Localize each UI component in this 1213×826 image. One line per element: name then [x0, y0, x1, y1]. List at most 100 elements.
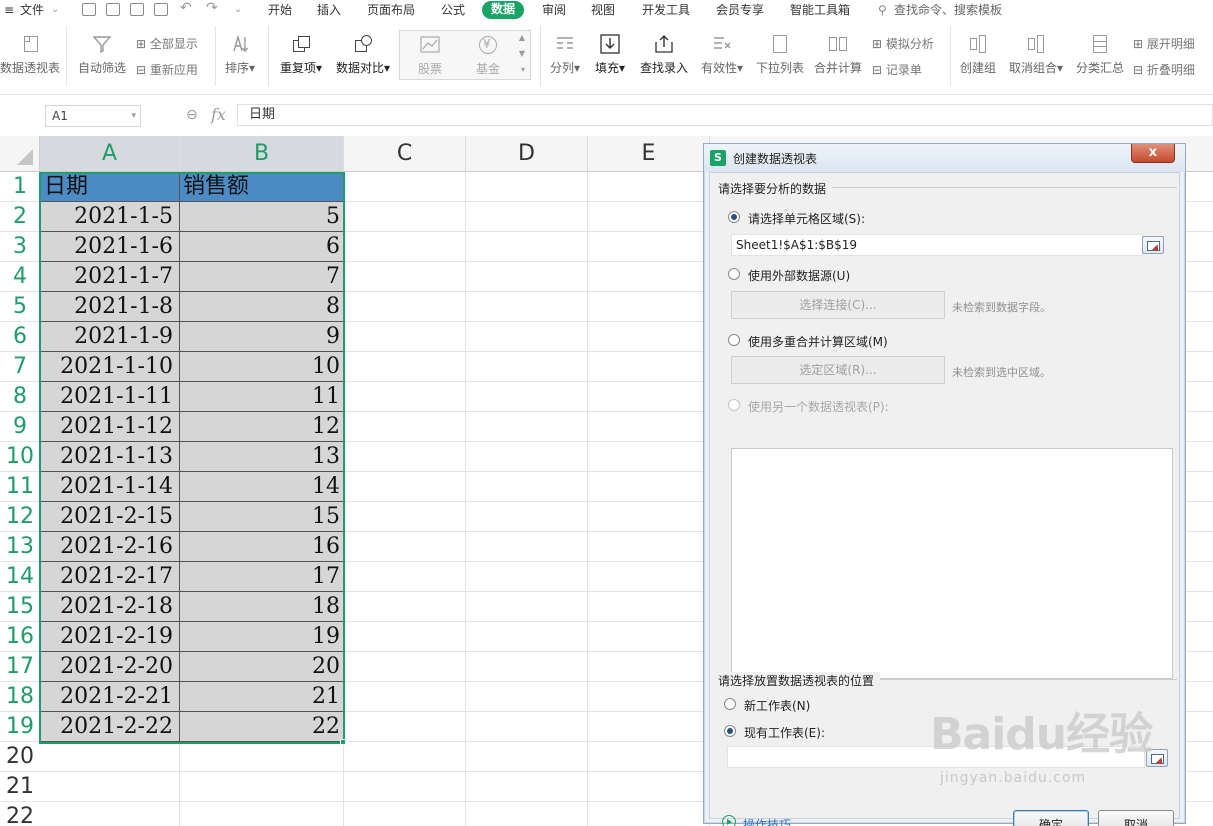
column-header-b[interactable]: B — [180, 136, 344, 172]
fx-icon[interactable]: fx — [211, 105, 226, 124]
duplicates-button[interactable]: 重复项▾ — [276, 34, 326, 76]
print-preview-icon[interactable] — [154, 3, 168, 16]
range-input[interactable]: Sheet1!$A$1:$B$19 — [731, 234, 1143, 256]
search-icon[interactable]: ⚲ — [878, 2, 887, 20]
cell-sales[interactable]: 22 — [180, 712, 344, 742]
cell-date[interactable]: 2021-2-21 — [40, 682, 180, 712]
cell-sales[interactable]: 13 — [180, 442, 344, 472]
formula-input[interactable]: 日期 — [237, 104, 1213, 126]
zoom-icon[interactable]: ⊖ — [186, 107, 198, 123]
consolidate-button[interactable]: 合并计算 — [812, 34, 864, 76]
subtotal-button[interactable]: 分类汇总 — [1074, 34, 1126, 76]
cell-sales[interactable]: 11 — [180, 382, 344, 412]
select-all-corner[interactable] — [0, 136, 40, 172]
column-header-e[interactable]: E — [588, 136, 710, 172]
gallery-more-icon[interactable]: ▾ — [521, 65, 525, 74]
cell-date[interactable]: 2021-1-9 — [40, 322, 180, 352]
cancel-button[interactable]: 取消 — [1098, 810, 1174, 826]
cell-date[interactable]: 2021-1-10 — [40, 352, 180, 382]
cell-sales[interactable]: 14 — [180, 472, 344, 502]
name-box[interactable]: A1 ▾ — [45, 105, 141, 127]
cell-sales[interactable]: 6 — [180, 232, 344, 262]
cell-date[interactable]: 2021-2-17 — [40, 562, 180, 592]
range-picker-icon[interactable] — [1142, 236, 1164, 254]
cell-sales[interactable]: 10 — [180, 352, 344, 382]
row-header[interactable]: 3 — [0, 232, 40, 262]
row-header[interactable]: 1 — [0, 172, 40, 202]
gallery-up-icon[interactable]: ▲ — [519, 33, 525, 42]
split-column-button[interactable]: 分列▾ — [545, 34, 585, 76]
location-input[interactable] — [727, 746, 1145, 768]
row-header[interactable]: 14 — [0, 562, 40, 592]
cell-sales[interactable]: 20 — [180, 652, 344, 682]
column-header-d[interactable]: D — [466, 136, 588, 172]
cell-sales[interactable]: 15 — [180, 502, 344, 532]
row-header[interactable]: 19 — [0, 712, 40, 742]
sort-button[interactable]: 排序▾ — [220, 34, 260, 76]
create-group-button[interactable]: 创建组 — [956, 34, 1000, 76]
radio-multi-consolidate[interactable] — [728, 334, 740, 346]
cell-date[interactable]: 2021-2-15 — [40, 502, 180, 532]
cell-date[interactable]: 2021-1-8 — [40, 292, 180, 322]
radio-existing-sheet[interactable] — [724, 725, 736, 737]
radio-select-range[interactable] — [728, 211, 740, 223]
cell-sales[interactable]: 9 — [180, 322, 344, 352]
row-header[interactable]: 4 — [0, 262, 40, 292]
redo-icon[interactable]: ↷ — [206, 0, 218, 18]
row-header[interactable]: 6 — [0, 322, 40, 352]
tab-review[interactable]: 审阅 — [542, 2, 566, 20]
pivot-table-button[interactable]: 数据透视表 — [0, 34, 60, 76]
cell-sales[interactable]: 8 — [180, 292, 344, 322]
cell-sales[interactable]: 7 — [180, 262, 344, 292]
row-header[interactable]: 10 — [0, 442, 40, 472]
cell-sales[interactable]: 16 — [180, 532, 344, 562]
tab-smart-toolbox[interactable]: 智能工具箱 — [790, 2, 850, 20]
pivot-table-list[interactable] — [731, 448, 1173, 679]
undo-icon[interactable]: ↶ — [180, 0, 192, 18]
tips-link[interactable]: 操作技巧 — [743, 816, 791, 826]
cell-date[interactable]: 2021-1-12 — [40, 412, 180, 442]
location-picker-icon[interactable] — [1146, 749, 1168, 767]
row-header[interactable]: 16 — [0, 622, 40, 652]
row-header[interactable]: 12 — [0, 502, 40, 532]
cell-date[interactable]: 2021-2-16 — [40, 532, 180, 562]
cell-date[interactable]: 2021-2-20 — [40, 652, 180, 682]
file-menu-icon[interactable]: ≡ — [4, 2, 14, 20]
radio-external-source[interactable] — [728, 268, 740, 280]
chevron-down-icon[interactable]: ⌄ — [51, 2, 59, 20]
column-header-c[interactable]: C — [344, 136, 466, 172]
row-header[interactable]: 9 — [0, 412, 40, 442]
save-icon[interactable] — [82, 3, 96, 16]
row-header[interactable]: 22 — [0, 802, 40, 826]
command-search[interactable]: 查找命令、搜索模板 — [894, 2, 1002, 20]
fill-button[interactable]: 填充▾ — [590, 34, 630, 76]
row-header[interactable]: 21 — [0, 772, 40, 802]
column-header-a[interactable]: A — [40, 136, 180, 172]
record-form-button[interactable]: ⊟ 记录单 — [872, 61, 922, 78]
row-header[interactable]: 7 — [0, 352, 40, 382]
cell-date[interactable]: 2021-2-19 — [40, 622, 180, 652]
show-all-button[interactable]: ⊞ 全部显示 — [136, 35, 198, 52]
cell-sales[interactable]: 19 — [180, 622, 344, 652]
lookup-entry-button[interactable]: 查找录入 — [636, 34, 692, 76]
select-region-button[interactable]: 选定区域(R)... — [731, 356, 945, 384]
tab-page-layout[interactable]: 页面布局 — [367, 2, 415, 20]
cell-date[interactable]: 2021-2-18 — [40, 592, 180, 622]
what-if-button[interactable]: ⊞ 模拟分析 — [872, 35, 934, 52]
tab-member[interactable]: 会员专享 — [716, 2, 764, 20]
gallery-down-icon[interactable]: ▼ — [519, 49, 525, 58]
data-compare-button[interactable]: 数据对比▾ — [333, 34, 393, 76]
stock-button[interactable]: 股票 — [408, 35, 452, 77]
file-menu[interactable]: 文件 — [20, 2, 44, 20]
row-header[interactable]: 5 — [0, 292, 40, 322]
cell-date[interactable]: 2021-1-7 — [40, 262, 180, 292]
tab-data[interactable]: 数据 — [482, 1, 525, 19]
tab-insert[interactable]: 插入 — [317, 2, 341, 20]
row-header[interactable]: 11 — [0, 472, 40, 502]
fund-button[interactable]: ¥ 基金 — [466, 35, 510, 77]
cell-sales[interactable]: 5 — [180, 202, 344, 232]
cell-date[interactable]: 2021-1-14 — [40, 472, 180, 502]
dropdown-list-button[interactable]: 下拉列表 — [752, 34, 808, 76]
cell-date[interactable]: 2021-1-11 — [40, 382, 180, 412]
row-header[interactable]: 17 — [0, 652, 40, 682]
